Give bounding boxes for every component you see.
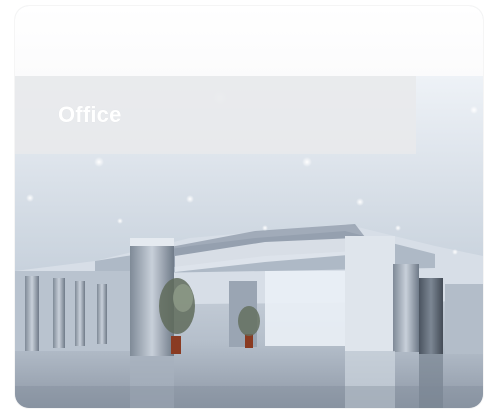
card-top-strip — [15, 6, 483, 76]
card-title: Office — [58, 102, 122, 127]
office-card[interactable]: Office — [15, 6, 483, 408]
